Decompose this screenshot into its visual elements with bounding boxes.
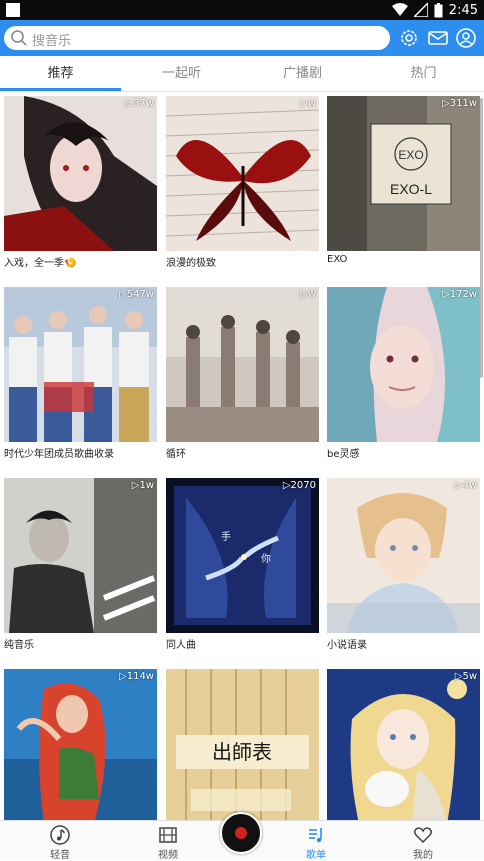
playlist-cover: EXO EXO-L ▷311w bbox=[327, 96, 480, 251]
playlist-cover: ▷547w bbox=[4, 287, 157, 442]
playlist-cover: ▷w bbox=[166, 96, 319, 251]
playlist-card[interactable]: ▷w 循环 bbox=[166, 287, 319, 460]
play-count: ▷547w bbox=[119, 289, 154, 300]
nav-video[interactable]: 视频 bbox=[128, 821, 208, 861]
playlist-cover: ▷114w bbox=[4, 669, 157, 820]
play-count: ▷172w bbox=[442, 289, 477, 300]
scrollbar[interactable] bbox=[480, 98, 483, 378]
cover-art bbox=[4, 478, 157, 633]
cover-art bbox=[327, 478, 480, 633]
nav-label: 轻音 bbox=[50, 850, 70, 861]
playlist-card[interactable]: EXO EXO-L ▷311w EXO bbox=[327, 96, 480, 265]
playlist-title: 时代少年团成员歌曲收录 bbox=[4, 449, 114, 460]
play-count: ▷311w bbox=[442, 98, 477, 109]
play-count: ▷w bbox=[300, 289, 316, 300]
playlist-title: 纯音乐 bbox=[4, 640, 34, 651]
status-time: 2:45 bbox=[448, 2, 478, 18]
playlist-card[interactable]: ▷172w be灵感 bbox=[327, 287, 480, 460]
play-count: ▷114w bbox=[119, 671, 154, 682]
search-placeholder: 搜音乐 bbox=[32, 34, 72, 49]
category-tabs: 推荐 一起听 广播剧 热门 bbox=[0, 56, 484, 92]
nav-playlist[interactable]: 歌单 bbox=[276, 821, 356, 861]
playlist-title: 同人曲 bbox=[166, 640, 196, 651]
record-center bbox=[235, 827, 247, 839]
search-icon bbox=[11, 30, 27, 46]
exo-sign-text: EXO-L bbox=[390, 181, 432, 197]
playlist-cover: 出師表 bbox=[166, 669, 319, 820]
cover-art bbox=[327, 669, 480, 820]
tab-radio-drama[interactable]: 广播剧 bbox=[242, 56, 363, 92]
cover-art bbox=[166, 96, 319, 251]
cover-art bbox=[166, 287, 319, 442]
playlist-cover: ▷1w bbox=[4, 478, 157, 633]
playlist-card[interactable]: ▷114w bbox=[4, 669, 157, 820]
playlist-title: be灵感 bbox=[327, 449, 360, 460]
tab-hot[interactable]: 热门 bbox=[363, 56, 484, 92]
notification-icon bbox=[6, 3, 20, 17]
nav-mine[interactable]: 我的 bbox=[383, 821, 463, 861]
poem-title-text: 出師表 bbox=[212, 740, 272, 764]
cover-art: EXO EXO-L bbox=[327, 96, 480, 251]
play-count: ▷2070 bbox=[282, 480, 316, 491]
signal-icon bbox=[413, 3, 428, 17]
playlist-cover: ▷172w bbox=[327, 287, 480, 442]
profile-icon[interactable] bbox=[455, 27, 477, 49]
playlist-title: 循环 bbox=[166, 449, 186, 460]
cover-art bbox=[4, 669, 157, 820]
playlist-card[interactable]: ▷547w 时代少年团成员歌曲收录 bbox=[4, 287, 157, 460]
tab-recommend[interactable]: 推荐 bbox=[0, 56, 121, 92]
svg-text:EXO: EXO bbox=[398, 148, 423, 162]
play-count: ▷5w bbox=[454, 671, 477, 682]
playlist-title: EXO bbox=[327, 254, 348, 265]
playlist-card[interactable]: ▷w 浪漫的极致 bbox=[166, 96, 319, 269]
cover-art bbox=[4, 287, 157, 442]
playlist-title: 小说语录 bbox=[327, 640, 367, 651]
wifi-icon bbox=[391, 3, 408, 16]
playlist-title: 入戏，全一季🍤 bbox=[4, 258, 77, 269]
playlist-cover: ▷w bbox=[166, 287, 319, 442]
playlist-card[interactable]: 出師表 bbox=[166, 669, 319, 820]
playlist-card[interactable]: ▷1w 纯音乐 bbox=[4, 478, 157, 651]
playlist-cover: ▷37w bbox=[4, 96, 157, 251]
play-count: ▷37w bbox=[125, 98, 154, 109]
playlist-card[interactable]: ▷37w 入戏，全一季🍤 bbox=[4, 96, 157, 269]
playlist-card[interactable]: 手 你 ▷2070 同人曲 bbox=[166, 478, 319, 651]
svg-text:你: 你 bbox=[261, 552, 271, 565]
svg-text:手: 手 bbox=[221, 530, 231, 543]
settings-icon[interactable] bbox=[398, 27, 420, 49]
heart-icon bbox=[413, 827, 433, 844]
cover-art: 出師表 bbox=[166, 669, 319, 820]
now-playing-record-button[interactable] bbox=[220, 812, 262, 854]
playlist-card[interactable]: ▷5w bbox=[327, 669, 480, 820]
mail-icon[interactable] bbox=[427, 27, 449, 49]
battery-icon bbox=[434, 2, 443, 17]
nav-light-music[interactable]: 轻音 bbox=[20, 821, 100, 861]
play-count: ▷w bbox=[300, 98, 316, 109]
tab-indicator bbox=[0, 88, 121, 91]
playlist-title: 浪漫的极致 bbox=[166, 258, 216, 269]
play-count: ▷1w bbox=[131, 480, 154, 491]
playlist-cover: ▷4w bbox=[327, 478, 480, 633]
cover-art bbox=[4, 96, 157, 251]
playlist-card[interactable]: ▷4w 小说语录 bbox=[327, 478, 480, 651]
tab-listen-together[interactable]: 一起听 bbox=[121, 56, 242, 92]
cover-art: 手 你 bbox=[166, 478, 319, 633]
status-bar: 2:45 bbox=[0, 0, 484, 20]
nav-label: 视频 bbox=[158, 850, 178, 861]
playlist-grid: ▷37w 入戏，全一季🍤 ▷w 浪漫的极致 EXO EXO-L ▷311w EX… bbox=[0, 92, 484, 820]
cover-art bbox=[327, 287, 480, 442]
music-note-icon bbox=[50, 825, 70, 845]
playlist-cover: 手 你 ▷2070 bbox=[166, 478, 319, 633]
playlist-icon bbox=[309, 828, 322, 843]
nav-label: 歌单 bbox=[306, 850, 326, 861]
nav-label: 我的 bbox=[413, 850, 433, 861]
search-input[interactable]: 搜音乐 bbox=[4, 26, 390, 50]
film-icon bbox=[159, 827, 177, 843]
playlist-cover: ▷5w bbox=[327, 669, 480, 820]
play-count: ▷4w bbox=[454, 480, 477, 491]
